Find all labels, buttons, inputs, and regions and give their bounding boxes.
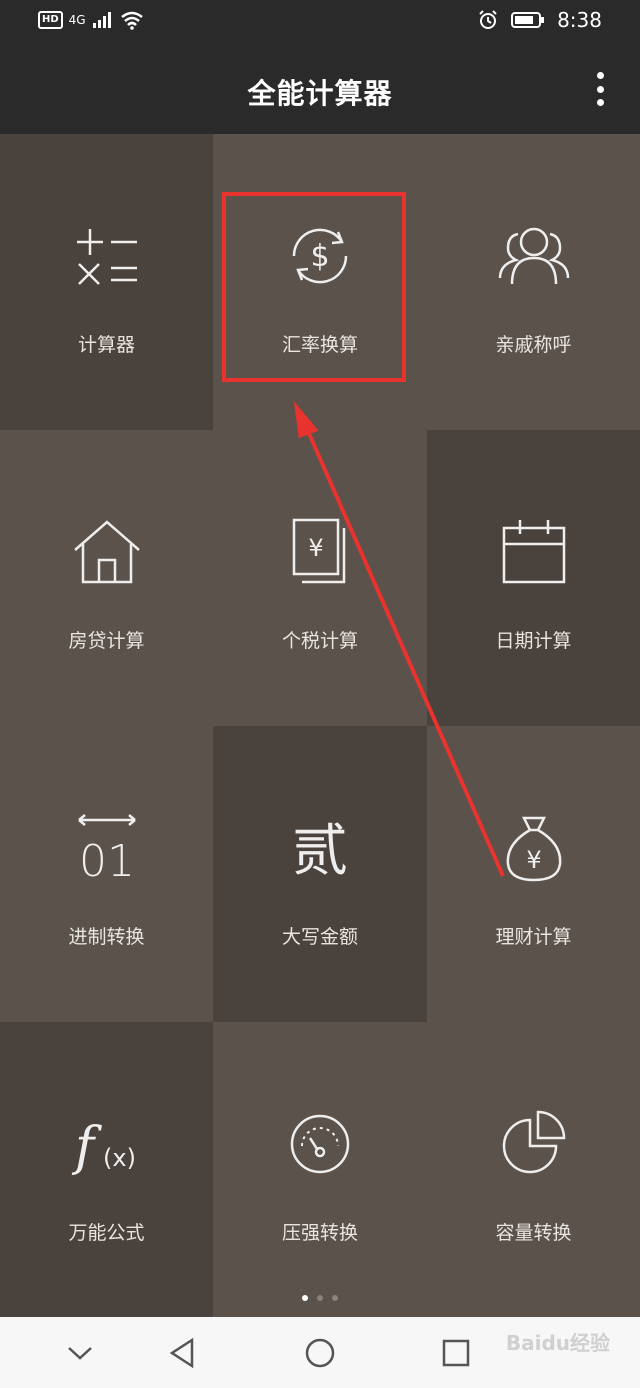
house-icon: [69, 514, 145, 590]
app-bar: 全能计算器: [0, 44, 640, 134]
tile-label: 大写金额: [281, 926, 358, 948]
battery-icon: [511, 12, 545, 28]
pie-chart-icon: [496, 1106, 572, 1182]
tax-document-icon: ¥: [282, 514, 358, 590]
tile-label: 日期计算: [495, 630, 572, 652]
binary-icon: 01: [69, 810, 145, 887]
page-dot[interactable]: [332, 1295, 338, 1301]
tile-label: 个税计算: [281, 630, 358, 652]
plus-minus-times-equals-icon: [69, 218, 145, 294]
svg-text:01: 01: [79, 836, 135, 886]
tile-label: 房贷计算: [68, 630, 145, 652]
tile-pressure[interactable]: 压强转换: [213, 1022, 427, 1317]
chinese-numeral-icon: 贰: [282, 810, 358, 886]
svg-text:f: f: [71, 1117, 102, 1177]
people-group-icon: [496, 218, 572, 294]
tile-label: 计算器: [77, 334, 135, 356]
tile-label: 理财计算: [495, 926, 572, 948]
tile-label: 压强转换: [281, 1222, 358, 1244]
tile-calculator[interactable]: 计算器: [0, 134, 213, 430]
tile-label: 进制转换: [68, 926, 145, 948]
pressure-gauge-icon: [282, 1106, 358, 1182]
money-bag-icon: ¥: [496, 810, 572, 886]
wifi-icon: [120, 11, 143, 30]
page-dot[interactable]: [302, 1295, 308, 1301]
chevron-down-icon[interactable]: [60, 1335, 100, 1371]
tile-income-tax[interactable]: ¥ 个税计算: [213, 430, 427, 726]
recents-icon[interactable]: [436, 1335, 476, 1371]
signal-icon: [92, 12, 111, 28]
status-bar: HD 4G 8:38: [0, 0, 640, 44]
svg-text:¥: ¥: [308, 534, 323, 562]
alarm-icon: [479, 10, 497, 29]
page-indicator: [0, 1295, 640, 1301]
system-nav-bar: Baidu经验: [0, 1317, 640, 1388]
calendar-icon: [496, 514, 572, 590]
signal-label: 4G: [68, 13, 86, 27]
function-icon: f (x): [69, 1106, 145, 1182]
tile-formula[interactable]: f (x) 万能公式: [0, 1022, 213, 1317]
tile-capacity[interactable]: 容量转换: [427, 1022, 640, 1317]
svg-text:¥: ¥: [526, 846, 541, 874]
back-icon[interactable]: [162, 1335, 202, 1371]
watermark: Baidu经验: [505, 1331, 610, 1355]
page-title: 全能计算器: [247, 77, 393, 110]
home-icon[interactable]: [300, 1335, 340, 1371]
svg-text:(x): (x): [103, 1144, 136, 1172]
highlight-box: [222, 192, 406, 382]
hd-badge: HD: [38, 11, 63, 29]
tile-relatives[interactable]: 亲戚称呼: [427, 134, 640, 430]
tile-finance[interactable]: ¥ 理财计算: [427, 726, 640, 1022]
tile-label: 亲戚称呼: [495, 334, 572, 356]
tile-mortgage[interactable]: 房贷计算: [0, 430, 213, 726]
clock: 8:38: [557, 8, 602, 32]
tile-base-conversion[interactable]: 01 进制转换: [0, 726, 213, 1022]
svg-text:贰: 贰: [292, 819, 348, 884]
tile-uppercase-amount[interactable]: 贰 大写金额: [213, 726, 427, 1022]
tile-label: 容量转换: [495, 1222, 572, 1244]
tile-date[interactable]: 日期计算: [427, 430, 640, 726]
tile-label: 万能公式: [68, 1222, 145, 1244]
overflow-menu-icon[interactable]: [588, 72, 612, 106]
page-dot[interactable]: [317, 1295, 323, 1301]
